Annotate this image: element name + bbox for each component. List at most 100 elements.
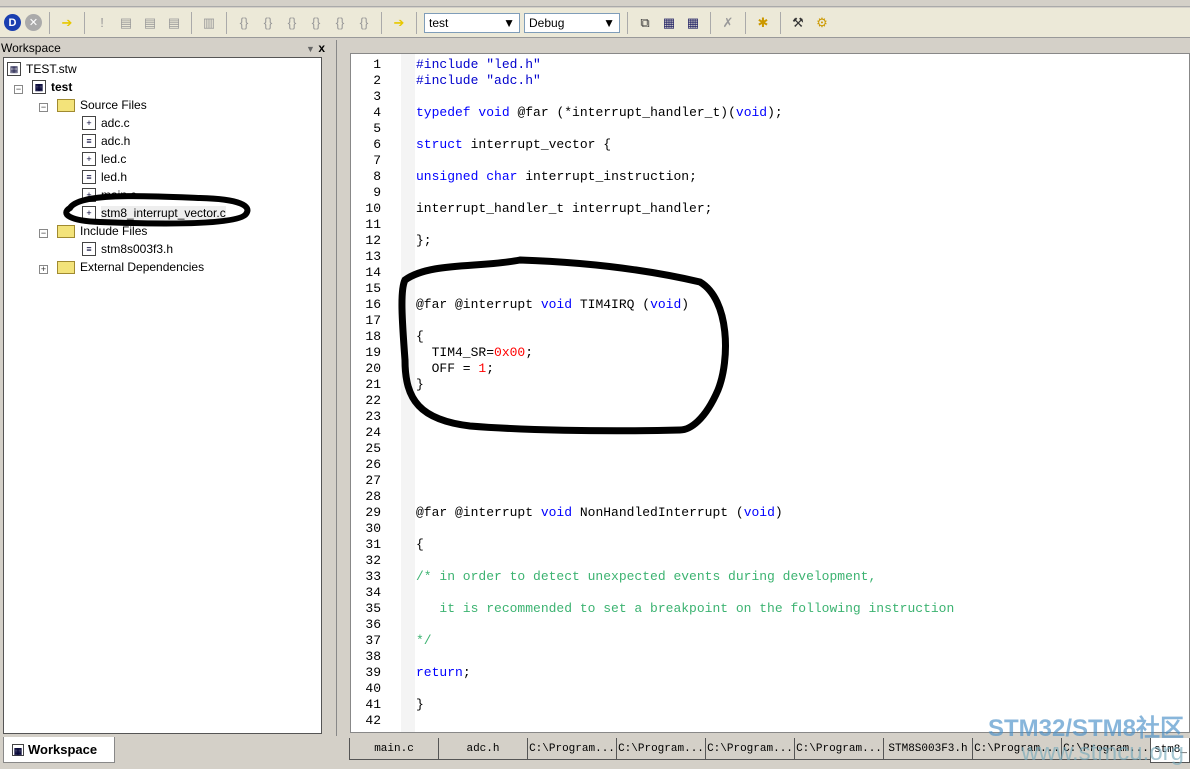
code-line: 36 (351, 617, 1189, 633)
rebuild-icon[interactable]: ▦ (683, 13, 703, 33)
line-number: 27 (365, 473, 381, 488)
code-text: #include "adc.h" (416, 73, 541, 89)
code-line: 21} (351, 377, 1189, 393)
code-token: OFF = (416, 361, 479, 376)
arrow-icon[interactable]: ➔ (57, 13, 77, 33)
compile-icon[interactable]: ⧉ (635, 13, 655, 33)
step-icon[interactable]: ▤ (140, 13, 160, 33)
step-into-icon[interactable]: {} (234, 13, 254, 33)
line-number: 16 (365, 297, 381, 312)
tools-icon[interactable]: ✱ (753, 13, 773, 33)
folder-label: Include Files (80, 224, 148, 238)
code-text: } (416, 697, 424, 713)
collapse-icon[interactable]: − (14, 85, 23, 94)
run-to-icon[interactable]: {} (306, 13, 326, 33)
collapse-icon[interactable]: − (39, 103, 48, 112)
workspace-tab[interactable]: ▦ Workspace (3, 737, 115, 763)
file-tab[interactable]: C:\Program... (794, 738, 884, 760)
tree-project[interactable]: ▦ test (32, 78, 72, 96)
line-number: 35 (365, 601, 381, 616)
separator (49, 11, 50, 34)
code-line: 11 (351, 217, 1189, 233)
code-token: ; (462, 665, 471, 680)
config-combo[interactable]: test ▼ (424, 12, 520, 33)
collapse-icon[interactable]: − (39, 229, 48, 238)
file-tab[interactable]: main.c (349, 738, 439, 760)
code-text: #include "led.h" (416, 57, 541, 73)
code-token: void (735, 105, 768, 120)
line-number: 5 (373, 121, 381, 136)
line-number: 32 (365, 553, 381, 568)
file-tab[interactable]: C:\Program... (705, 738, 795, 760)
brace-icon[interactable]: {} (330, 13, 350, 33)
line-number: 2 (373, 73, 381, 88)
code-token: void (478, 105, 510, 120)
line-number: 33 (365, 569, 381, 584)
tree-file[interactable]: + adc.c (82, 114, 130, 132)
build-icon[interactable]: ▦ (659, 13, 679, 33)
step-icon[interactable]: ▤ (116, 13, 136, 33)
toolbar: D ✕ ➔ ! ▤ ▤ ▤ ▥ {} {} {} {} {} {} ➔ test… (0, 8, 1190, 38)
tree-file-selected[interactable]: + stm8_interrupt_vector.c (82, 204, 226, 222)
register-icon[interactable]: ▥ (199, 13, 219, 33)
step-icon[interactable]: ▤ (164, 13, 184, 33)
code-line: 26 (351, 457, 1189, 473)
watermark-line2: www.stmcu.org (1021, 739, 1184, 766)
file-tab[interactable]: C:\Program... (616, 738, 706, 760)
code-text: typedef void @far (*interrupt_handler_t)… (416, 105, 783, 121)
tree-folder-source[interactable]: Source Files (57, 96, 147, 114)
clean-icon[interactable]: ✗ (718, 13, 738, 33)
line-number: 42 (365, 713, 381, 728)
file-tab[interactable]: STM8S003F3.h (883, 738, 973, 760)
tree-folder-include[interactable]: Include Files (57, 222, 147, 240)
line-number: 36 (365, 617, 381, 632)
stop-icon[interactable]: ✕ (25, 14, 42, 31)
arrow-icon[interactable]: ➔ (389, 13, 409, 33)
help-icon[interactable]: ⚒ (788, 13, 808, 33)
code-token: unsigned (416, 169, 479, 184)
brace-icon[interactable]: {} (354, 13, 374, 33)
code-text: return; (416, 665, 471, 681)
code-text: { (416, 537, 424, 553)
code-line: 29 @far @interrupt void NonHandledInterru… (351, 505, 1189, 521)
debug-icon[interactable]: D (4, 14, 21, 31)
line-number: 30 (365, 521, 381, 536)
line-number: 6 (373, 137, 381, 152)
code-text: TIM4_SR=0x00; (416, 345, 533, 361)
tree-file[interactable]: ≡ stm8s003f3.h (82, 240, 173, 258)
file-tab[interactable]: adc.h (438, 738, 528, 760)
line-number: 1 (373, 57, 381, 72)
tree-file[interactable]: + led.c (82, 150, 126, 168)
code-token: interrupt_instruction; (517, 169, 697, 184)
build-combo[interactable]: Debug ▼ (524, 12, 620, 33)
step-out-icon[interactable]: {} (282, 13, 302, 33)
line-number: 20 (365, 361, 381, 376)
code-line: 24 (351, 425, 1189, 441)
code-editor[interactable]: 1 #include "led.h" 2 #include "adc.h" 3 4 type… (350, 53, 1190, 733)
line-number: 13 (365, 249, 381, 264)
exclamation-icon[interactable]: ! (92, 13, 112, 33)
tree-file[interactable]: ≡ adc.h (82, 132, 130, 150)
code-token: TIM4IRQ ( (572, 297, 651, 312)
code-line: 7 (351, 153, 1189, 169)
code-token: @far (*interrupt_handler_t)( (509, 105, 736, 120)
settings-icon[interactable]: ⚙ (812, 13, 832, 33)
code-line: 37 */ (351, 633, 1189, 649)
close-icon[interactable]: x (318, 41, 325, 55)
code-line: 22 (351, 393, 1189, 409)
dropdown-icon[interactable]: ▼ (306, 44, 315, 54)
tree-file[interactable]: ≡ led.h (82, 168, 127, 186)
tree-root[interactable]: ▦ TEST.stw (7, 60, 77, 78)
workspace-icon: ▦ (7, 62, 21, 76)
tree-folder-external[interactable]: External Dependencies (57, 258, 204, 276)
expand-icon[interactable]: + (39, 265, 48, 274)
folder-icon (57, 98, 75, 112)
line-number: 15 (365, 281, 381, 296)
code-token: { (416, 329, 424, 344)
file-label: led.c (101, 152, 127, 166)
tree-file[interactable]: + main.c (82, 186, 136, 204)
step-over-icon[interactable]: {} (258, 13, 278, 33)
code-token: }; (416, 233, 432, 248)
file-tab[interactable]: C:\Program... (527, 738, 617, 760)
code-line: 2 #include "adc.h" (351, 73, 1189, 89)
